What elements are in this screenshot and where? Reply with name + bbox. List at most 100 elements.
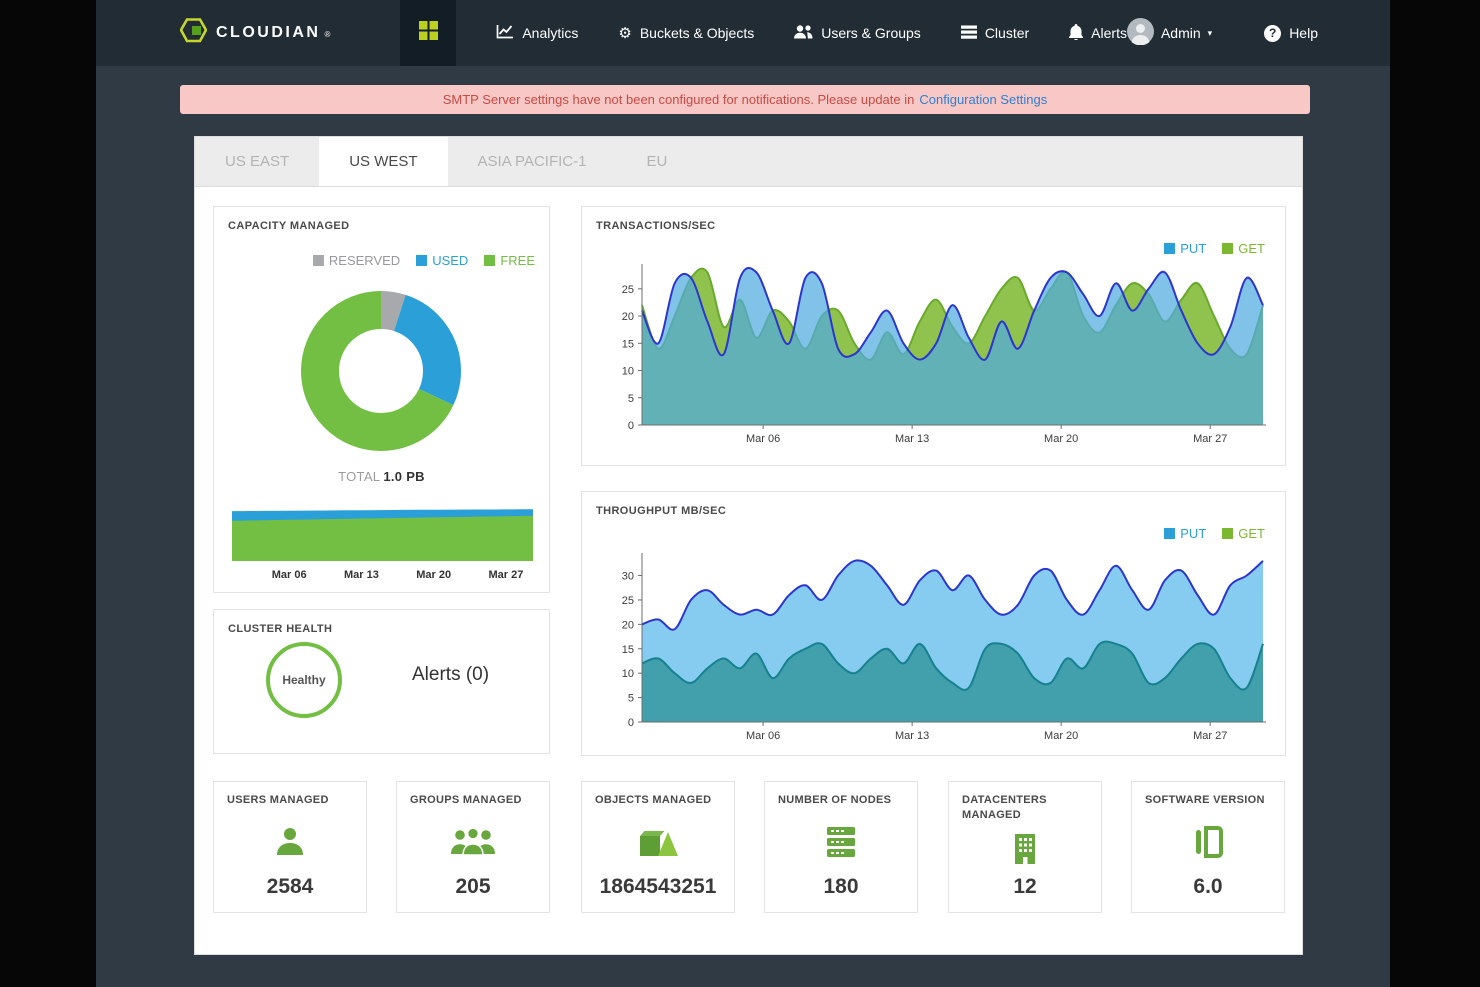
svg-text:Mar 06: Mar 06 <box>272 569 307 581</box>
svg-text:5: 5 <box>628 393 634 405</box>
nav-users-groups[interactable]: Users & Groups <box>794 24 921 42</box>
smtp-warning-banner: SMTP Server settings have not been confi… <box>180 85 1310 114</box>
tab-us-east[interactable]: US EAST <box>195 137 319 186</box>
nav-users-groups-label: Users & Groups <box>821 25 921 41</box>
nav-cluster[interactable]: Cluster <box>961 25 1029 42</box>
svg-text:Mar 27: Mar 27 <box>1193 730 1227 742</box>
transactions-legend: PUT GET <box>1164 241 1265 256</box>
put-swatch <box>1164 528 1175 539</box>
svg-text:Mar 13: Mar 13 <box>895 433 929 445</box>
get-swatch <box>1222 243 1233 254</box>
stat-card-value: 205 <box>397 875 549 912</box>
capacity-donut-chart <box>214 283 549 461</box>
svg-text:10: 10 <box>622 668 634 680</box>
nav-buckets-objects[interactable]: ⚙ Buckets & Objects <box>618 25 754 41</box>
nav-buckets-objects-label: Buckets & Objects <box>640 25 754 41</box>
svg-text:Mar 27: Mar 27 <box>1193 433 1227 445</box>
svg-text:30: 30 <box>622 571 634 583</box>
stat-card-value: 12 <box>949 875 1101 912</box>
objects-icon <box>582 808 734 875</box>
bell-icon <box>1069 24 1083 43</box>
svg-text:Mar 13: Mar 13 <box>344 569 379 581</box>
nav-alerts-label: Alerts <box>1091 25 1127 41</box>
reserved-swatch <box>313 255 324 266</box>
nav-cluster-label: Cluster <box>985 25 1029 41</box>
stat-card-value: 2584 <box>214 875 366 912</box>
stat-card-value: 1864543251 <box>582 875 734 912</box>
used-swatch <box>416 255 427 266</box>
top-navbar: CLOUDIAN ® Analytics ⚙ Buckets & <box>96 0 1390 66</box>
svg-text:15: 15 <box>622 338 634 350</box>
panel-title: CAPACITY MANAGED <box>228 220 350 232</box>
nodes-icon <box>765 808 917 875</box>
gear-icon: ⚙ <box>618 26 631 41</box>
admin-menu[interactable]: Admin ▾ <box>1127 18 1212 48</box>
stat-card-datacenters: DATACENTERS MANAGED 12 <box>948 781 1102 913</box>
stat-card-software: SOFTWARE VERSION 6.0 <box>1131 781 1285 913</box>
users-icon <box>794 24 813 42</box>
svg-text:20: 20 <box>622 619 634 631</box>
dashboard-content: US EAST US WEST ASIA PACIFIC-1 EU CAPACI… <box>194 136 1303 955</box>
region-tabbar: US EAST US WEST ASIA PACIFIC-1 EU <box>195 137 1302 187</box>
help-label: Help <box>1289 25 1318 41</box>
svg-text:Mar 27: Mar 27 <box>488 569 523 581</box>
stat-card-title: NUMBER OF NODES <box>765 782 917 808</box>
admin-label: Admin <box>1161 25 1201 41</box>
health-status-label: Healthy <box>282 673 325 687</box>
avatar <box>1127 18 1154 48</box>
software-icon <box>1132 808 1284 875</box>
legend-get: GET <box>1222 241 1265 256</box>
app-window: CLOUDIAN ® Analytics ⚙ Buckets & <box>96 0 1390 987</box>
svg-text:Mar 20: Mar 20 <box>1044 730 1078 742</box>
tab-us-west[interactable]: US WEST <box>319 137 447 186</box>
nav-dashboard-tab[interactable] <box>400 0 456 66</box>
help-icon: ? <box>1264 25 1281 42</box>
legend-free: FREE <box>484 253 535 268</box>
stat-card-nodes: NUMBER OF NODES 180 <box>764 781 918 913</box>
stat-card-users: USERS MANAGED 2584 <box>213 781 367 913</box>
brand-registered-mark: ® <box>324 30 330 39</box>
svg-text:20: 20 <box>622 311 634 323</box>
datacenter-icon <box>949 824 1101 875</box>
legend-get: GET <box>1222 526 1265 541</box>
svg-text:25: 25 <box>622 284 634 296</box>
nav-alerts[interactable]: Alerts <box>1069 24 1127 43</box>
nav-right-group: Admin ▾ ? Help <box>1127 18 1318 48</box>
panel-title: CLUSTER HEALTH <box>228 623 332 635</box>
legend-used: USED <box>416 253 468 268</box>
svg-text:Mar 06: Mar 06 <box>746 730 780 742</box>
dashboard-grid-icon <box>419 21 438 45</box>
get-swatch <box>1222 528 1233 539</box>
tab-asia-pacific-1[interactable]: ASIA PACIFIC-1 <box>448 137 617 186</box>
legend-put: PUT <box>1164 526 1206 541</box>
legend-reserved: RESERVED <box>313 253 400 268</box>
help-button[interactable]: ? Help <box>1264 25 1318 42</box>
brand-name: CLOUDIAN <box>216 24 320 42</box>
svg-text:10: 10 <box>622 366 634 378</box>
svg-text:15: 15 <box>622 644 634 656</box>
tab-eu[interactable]: EU <box>616 137 697 186</box>
throughput-legend: PUT GET <box>1164 526 1265 541</box>
capacity-total: TOTAL1.0 PB <box>214 469 549 484</box>
cloudian-dashboard-screen: CLOUDIAN ® Analytics ⚙ Buckets & <box>0 0 1480 987</box>
alerts-count: Alerts (0) <box>412 664 489 686</box>
nav-analytics[interactable]: Analytics <box>496 24 578 42</box>
transactions-chart: 0510152025Mar 06Mar 13Mar 20Mar 27 <box>602 259 1277 451</box>
stat-card-title: OBJECTS MANAGED <box>582 782 734 808</box>
cloudian-logo[interactable]: CLOUDIAN ® <box>180 18 330 48</box>
legend-put: PUT <box>1164 241 1206 256</box>
svg-text:Mar 20: Mar 20 <box>1044 433 1078 445</box>
svg-text:Mar 06: Mar 06 <box>746 433 780 445</box>
svg-text:0: 0 <box>628 717 634 729</box>
svg-text:25: 25 <box>622 595 634 607</box>
capacity-legend: RESERVED USED FREE <box>313 253 535 268</box>
stat-card-title: SOFTWARE VERSION <box>1132 782 1284 808</box>
svg-text:Mar 20: Mar 20 <box>416 569 451 581</box>
user-icon <box>214 808 366 875</box>
panel-title: THROUGHPUT MB/SEC <box>596 505 726 517</box>
analytics-icon <box>496 24 514 42</box>
put-swatch <box>1164 243 1175 254</box>
free-swatch <box>484 255 495 266</box>
configuration-settings-link[interactable]: Configuration Settings <box>919 92 1047 107</box>
svg-text:Mar 13: Mar 13 <box>895 730 929 742</box>
